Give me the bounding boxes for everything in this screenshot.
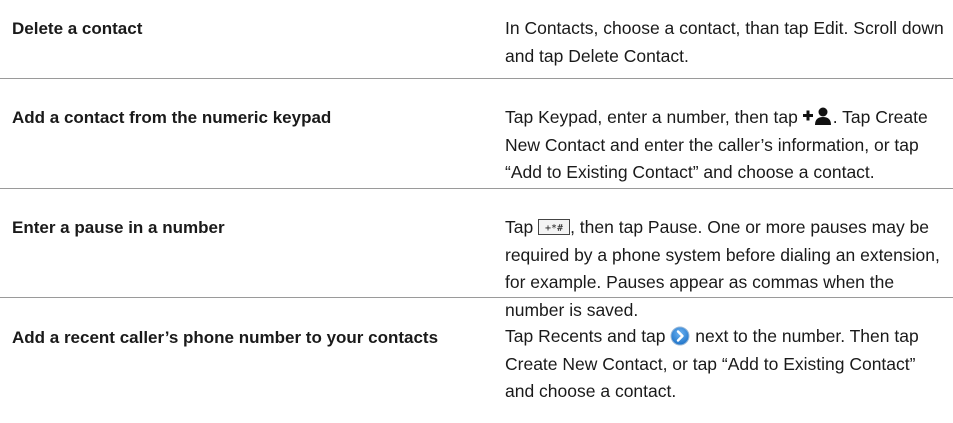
- description-text: Tap Recents and tap: [505, 326, 671, 346]
- description-text: Tap Keypad, enter a number, then tap: [505, 107, 803, 127]
- task-description: Tap Keypad, enter a number, then tap . T…: [505, 79, 945, 188]
- task-description: In Contacts, choose a contact, than tap …: [505, 18, 944, 66]
- description-text: Tap: [505, 217, 539, 237]
- arrow-circle-icon: [670, 326, 690, 346]
- task-label: Add a contact from the numeric keypad: [12, 108, 332, 127]
- task-label: Enter a pause in a number: [12, 218, 225, 237]
- task-description: Tap Recents and tap next to the number. …: [505, 298, 945, 423]
- table-row: Enter a pause in a number Tap +*#, then …: [0, 189, 953, 320]
- table-row: Add a contact from the numeric keypad Ta…: [0, 79, 953, 189]
- svg-text:+*#: +*#: [545, 223, 563, 234]
- task-description: Tap +*#, then tap Pause. One or more pau…: [505, 189, 945, 320]
- add-contact-icon: [802, 107, 831, 125]
- contacts-tips-table: Delete a contact In Contacts, choose a c…: [0, 0, 953, 423]
- task-label: Add a recent caller’s phone number to yo…: [12, 328, 439, 347]
- table-row: Delete a contact In Contacts, choose a c…: [0, 0, 953, 79]
- table-row: Add a recent caller’s phone number to yo…: [0, 298, 953, 423]
- keypad-key-icon: +*#: [538, 219, 571, 235]
- task-label: Delete a contact: [12, 19, 143, 38]
